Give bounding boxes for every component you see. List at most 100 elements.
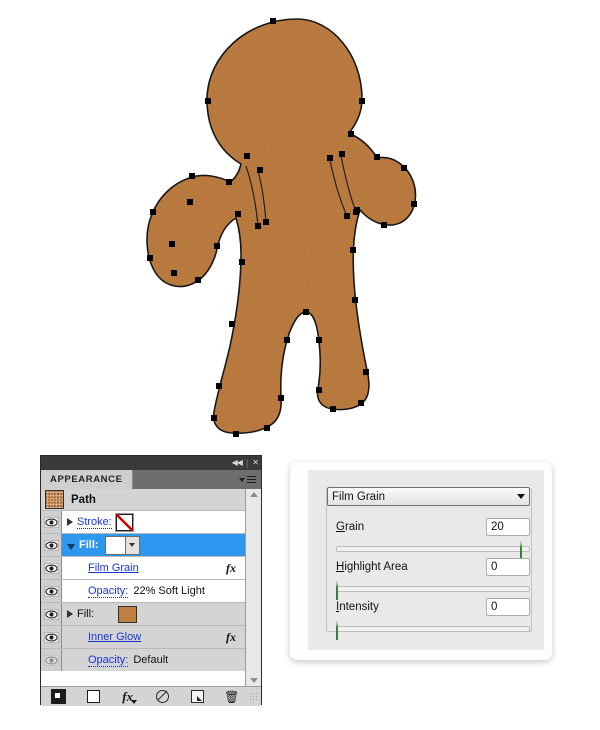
appearance-row-film-grain[interactable]: Film Grain fx <box>41 557 245 580</box>
fx-icon[interactable]: fx <box>226 561 236 576</box>
opacity-value: Default <box>133 654 169 666</box>
visibility-toggle-fill[interactable] <box>41 534 62 556</box>
resize-grip-icon[interactable] <box>249 691 260 702</box>
appearance-panel-footer[interactable]: fx 🗑 <box>41 686 261 706</box>
row-main-opacity-inner-glow[interactable]: Opacity: Default <box>62 649 245 671</box>
eye-icon <box>43 562 59 574</box>
control-grain[interactable]: Grain 20 <box>336 518 530 560</box>
duplicate-icon <box>190 690 204 703</box>
gingerbread-man-artwork[interactable] <box>0 0 600 450</box>
fill-2-label[interactable]: Fill: <box>77 608 94 620</box>
duplicate-item-button[interactable] <box>180 690 215 703</box>
panel-menu-icon[interactable] <box>239 470 261 489</box>
fill-label[interactable]: Fill: <box>79 539 99 551</box>
grain-slider-thumb[interactable] <box>520 541 530 560</box>
appearance-row-opacity-inner-glow[interactable]: Opacity: Default <box>41 649 245 671</box>
fill-color-swatch[interactable] <box>104 535 126 555</box>
add-new-fill-button[interactable] <box>41 689 76 704</box>
visibility-toggle-opacity-film-grain[interactable] <box>41 580 62 602</box>
row-main-fill[interactable]: Fill: <box>62 534 245 556</box>
clear-appearance-button[interactable] <box>145 690 180 703</box>
panel-titlebar[interactable]: ◀◀ | ✕ <box>41 456 261 470</box>
control-intensity[interactable]: Intensity 0 <box>336 598 530 640</box>
appearance-panel[interactable]: ◀◀ | ✕ APPEARANCE Path Stroke: Fill: Fil… <box>40 455 262 706</box>
chevron-down-icon <box>517 494 525 499</box>
intensity-slider-track[interactable] <box>336 626 530 632</box>
intensity-slider-thumb[interactable] <box>336 621 346 640</box>
fill-2-color-swatch[interactable] <box>118 605 138 623</box>
chevron-down-icon <box>239 477 245 482</box>
row-main-opacity-film-grain[interactable]: Opacity: 22% Soft Light <box>62 580 245 602</box>
intensity-label: Intensity <box>336 601 379 613</box>
row-main-fill-2[interactable]: Fill: <box>62 603 245 625</box>
tab-appearance[interactable]: APPEARANCE <box>41 470 133 489</box>
grain-slider-track[interactable] <box>336 546 530 552</box>
disclosure-triangle-fill-2[interactable] <box>67 610 73 618</box>
fx-icon: fx <box>122 688 137 704</box>
appearance-row-fill-2[interactable]: Fill: <box>41 603 245 626</box>
delete-item-button[interactable]: 🗑 <box>214 691 249 703</box>
grain-slider[interactable] <box>336 541 530 560</box>
new-fill-icon <box>50 689 66 704</box>
panel-tab-row[interactable]: APPEARANCE <box>41 470 261 489</box>
visibility-toggle-opacity-inner-glow[interactable] <box>41 649 62 671</box>
scroll-down-arrow[interactable] <box>249 678 258 683</box>
visibility-toggle-inner-glow[interactable] <box>41 626 62 648</box>
dialog-inner-panel: Film Grain Grain 20 Highlight Area 0 Int… <box>308 470 544 650</box>
appearance-row-inner-glow[interactable]: Inner Glow fx <box>41 626 245 649</box>
grain-input[interactable]: 20 <box>486 518 530 536</box>
opacity-label[interactable]: Opacity: <box>88 654 129 667</box>
titlebar-separator: | <box>245 458 249 468</box>
chevron-down-icon <box>129 543 136 547</box>
body-fill-path[interactable] <box>146 18 417 434</box>
collapse-icon[interactable]: ◀◀ <box>232 459 243 467</box>
trash-icon: 🗑 <box>224 689 240 704</box>
disclosure-triangle-fill[interactable] <box>67 543 75 550</box>
stroke-label[interactable]: Stroke: <box>77 516 112 529</box>
row-main-inner-glow[interactable]: Inner Glow fx <box>62 626 245 648</box>
appearance-object-row[interactable]: Path <box>41 489 245 511</box>
highlight-area-slider[interactable] <box>336 581 530 600</box>
effect-select[interactable]: Film Grain <box>327 487 530 506</box>
figure-shape[interactable] <box>146 18 417 434</box>
row-main-film-grain[interactable]: Film Grain fx <box>62 557 245 579</box>
film-grain-effect-dialog[interactable]: Film Grain Grain 20 Highlight Area 0 Int… <box>290 462 552 660</box>
grain-label: Grain <box>336 521 365 533</box>
highlight-area-slider-track[interactable] <box>336 586 530 592</box>
appearance-row-opacity-film-grain[interactable]: Opacity: 22% Soft Light <box>41 580 245 603</box>
stroke-none-swatch[interactable] <box>115 513 133 531</box>
effect-select-value: Film Grain <box>332 490 386 503</box>
intensity-slider[interactable] <box>336 621 530 640</box>
highlight-area-input[interactable]: 0 <box>486 558 530 576</box>
control-intensity-top: Intensity 0 <box>336 598 530 616</box>
visibility-toggle-film-grain[interactable] <box>41 557 62 579</box>
disclosure-triangle-stroke[interactable] <box>67 518 73 526</box>
visibility-toggle-stroke[interactable] <box>41 511 62 533</box>
row-main-stroke[interactable]: Stroke: <box>62 511 245 533</box>
add-new-effect-button[interactable]: fx <box>110 689 145 705</box>
appearance-row-fill[interactable]: Fill: <box>41 534 245 557</box>
film-grain-label[interactable]: Film Grain <box>88 562 139 574</box>
close-icon[interactable]: ✕ <box>252 459 259 467</box>
eye-icon <box>43 516 59 528</box>
add-new-stroke-button[interactable] <box>76 690 111 703</box>
object-row-main[interactable]: Path <box>41 489 245 510</box>
control-grain-top: Grain 20 <box>336 518 530 536</box>
intensity-label-rest: ntensity <box>339 601 379 613</box>
opacity-label[interactable]: Opacity: <box>88 585 129 598</box>
intensity-input[interactable]: 0 <box>486 598 530 616</box>
path-thumbnail <box>45 490 64 509</box>
inner-glow-label[interactable]: Inner Glow <box>88 631 141 643</box>
appearance-row-stroke[interactable]: Stroke: <box>41 511 245 534</box>
fx-icon[interactable]: fx <box>226 630 236 645</box>
scroll-up-arrow[interactable] <box>249 492 258 497</box>
panel-scrollbar[interactable] <box>245 489 261 686</box>
fill-swatch-dropdown[interactable] <box>125 535 140 555</box>
control-highlight-area[interactable]: Highlight Area 0 <box>336 558 530 600</box>
clear-appearance-icon <box>155 690 169 703</box>
appearance-rows: Path Stroke: Fill: Film Grain fx Opacity… <box>41 489 245 686</box>
highlight-area-slider-thumb[interactable] <box>336 581 346 600</box>
eye-icon <box>43 539 59 551</box>
visibility-toggle-fill-2[interactable] <box>41 603 62 625</box>
eye-icon <box>43 654 59 666</box>
